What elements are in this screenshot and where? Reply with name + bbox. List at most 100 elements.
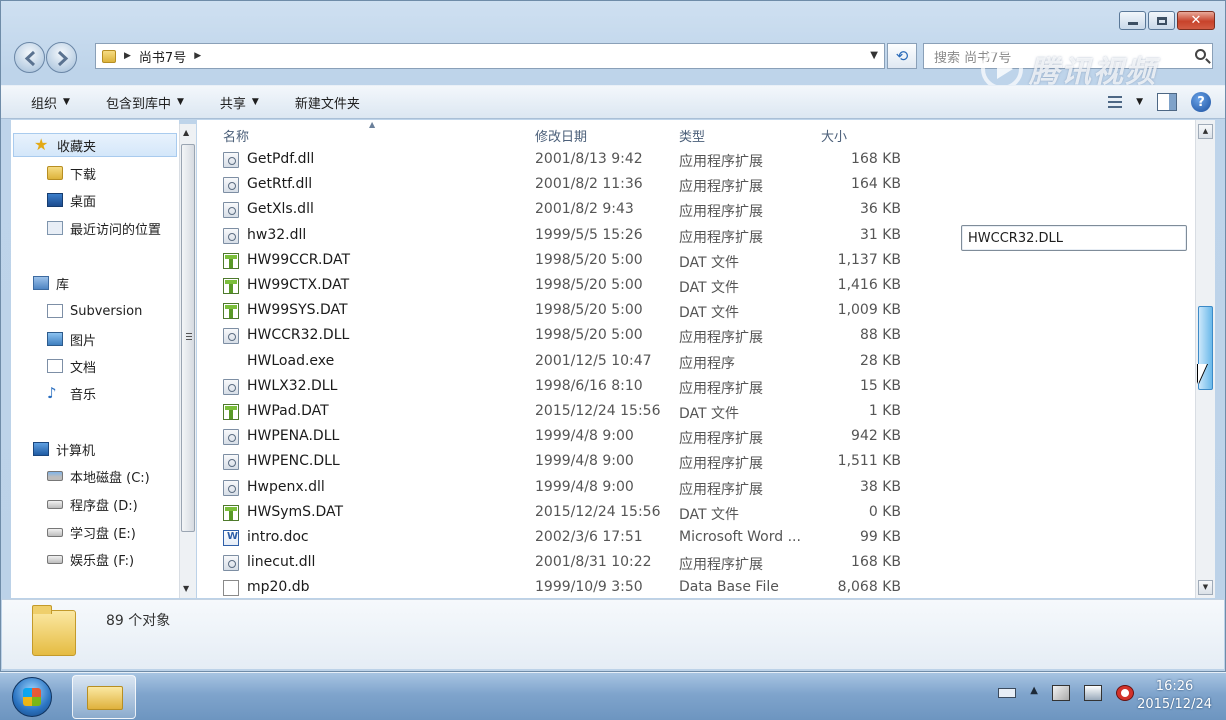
table-row[interactable]: linecut.dll 2001/8/31 10:22 应用程序扩展 168 KB: [197, 550, 917, 575]
refresh-button[interactable]: ⟲: [887, 43, 917, 69]
folder-icon: [102, 49, 116, 63]
search-icon[interactable]: [1195, 49, 1206, 60]
file-name: GetXls.dll: [247, 201, 314, 218]
nav-pane-scroll-thumb[interactable]: [181, 144, 195, 532]
table-row[interactable]: HWPad.DAT 2015/12/24 15:56 DAT 文件 1 KB: [197, 399, 917, 424]
file-name: HWPENC.DLL: [247, 453, 340, 470]
back-arrow-icon: [24, 50, 36, 67]
close-button[interactable]: ✕: [1177, 11, 1215, 30]
dat-file-icon: [223, 404, 239, 420]
nav-documents[interactable]: 文档: [47, 354, 96, 378]
scroll-up-icon[interactable]: ▲: [1198, 124, 1213, 139]
scroll-up-icon[interactable]: ▲: [183, 128, 189, 137]
table-row[interactable]: HWCCR32.DLL 1998/5/20 5:00 应用程序扩展 88 KB: [197, 323, 917, 348]
table-row[interactable]: GetPdf.dll 2001/8/13 9:42 应用程序扩展 168 KB: [197, 147, 917, 172]
file-type: DAT 文件: [679, 254, 740, 271]
keyboard-icon[interactable]: [998, 688, 1017, 698]
dat-file-icon: [223, 303, 239, 320]
nav-pane-scrollbar[interactable]: ▲ ▼: [179, 124, 196, 598]
navigation-bar: ▶ 尚书7号 ▶ ▼ ⟲ 搜索 尚书7号: [1, 39, 1225, 75]
breadcrumb-segment[interactable]: 尚书7号: [139, 47, 186, 66]
view-options-icon[interactable]: [1108, 96, 1123, 108]
column-header-type[interactable]: 类型: [679, 126, 705, 145]
nav-label: Subversion: [70, 303, 143, 319]
breadcrumb-arrow-icon[interactable]: ▶: [194, 51, 201, 61]
table-row[interactable]: Hwpenx.dll 1999/4/8 9:00 应用程序扩展 38 KB: [197, 475, 917, 500]
file-size: 1,009 KB: [837, 302, 901, 319]
nav-label: 计算机: [56, 443, 96, 459]
share-menu[interactable]: 共享 ▼: [220, 93, 259, 112]
address-bar[interactable]: ▶ 尚书7号 ▶ ▼: [95, 43, 885, 69]
forward-button[interactable]: [46, 42, 77, 73]
maximize-button[interactable]: [1148, 11, 1175, 30]
nav-drive-e[interactable]: 学习盘 (E:): [47, 520, 136, 544]
file-type: Data Base File: [679, 579, 779, 596]
address-dropdown-icon[interactable]: ▼: [870, 50, 878, 61]
show-hidden-icons-icon[interactable]: ▲: [1030, 685, 1038, 701]
table-row[interactable]: hw32.dll 1999/5/5 15:26 应用程序扩展 31 KB: [197, 223, 917, 248]
recent-places-icon: [47, 221, 63, 235]
caption-buttons: ✕: [1119, 11, 1215, 30]
search-input[interactable]: 搜索 尚书7号: [923, 43, 1213, 69]
nav-libraries[interactable]: 库: [33, 271, 69, 295]
file-type: Microsoft Word ...: [679, 529, 801, 545]
nav-favorites[interactable]: ★ 收藏夹: [13, 133, 177, 157]
nav-drive-d[interactable]: 程序盘 (D:): [47, 492, 138, 516]
maximize-icon: [1156, 16, 1167, 25]
table-row[interactable]: GetXls.dll 2001/8/2 9:43 应用程序扩展 36 KB: [197, 197, 917, 222]
file-date: 2002/3/6 17:51: [535, 529, 643, 545]
nav-recent[interactable]: 最近访问的位置: [47, 216, 161, 240]
grip-icon: [186, 336, 192, 337]
nav-music[interactable]: ♪ 音乐: [47, 381, 96, 405]
nav-desktop[interactable]: 桌面: [47, 188, 96, 212]
table-row[interactable]: mp20.db 1999/10/9 3:50 Data Base File 8,068…: [197, 575, 917, 600]
file-size: 164 KB: [851, 176, 901, 193]
table-row[interactable]: HWSymS.DAT 2015/12/24 15:56 DAT 文件 0 KB: [197, 500, 917, 525]
column-header-size[interactable]: 大小: [821, 126, 847, 145]
file-list-scrollbar[interactable]: ▲ ▼: [1195, 120, 1215, 598]
action-center-icon[interactable]: [1052, 685, 1070, 701]
table-row[interactable]: intro.doc 2002/3/6 17:51 Microsoft Word ..…: [197, 525, 917, 550]
file-name: HWSymS.DAT: [247, 503, 344, 520]
nav-drive-c[interactable]: 本地磁盘 (C:): [47, 464, 150, 488]
back-button[interactable]: [14, 42, 45, 73]
start-button[interactable]: [12, 677, 52, 717]
table-row[interactable]: HW99SYS.DAT 1998/5/20 5:00 DAT 文件 1,009 KB: [197, 298, 917, 323]
table-row[interactable]: GetRtf.dll 2001/8/2 11:36 应用程序扩展 164 KB: [197, 172, 917, 197]
taskbar: ▲ 16:26 2015/12/24: [0, 672, 1226, 720]
dll-file-icon: [223, 454, 239, 471]
nav-subversion[interactable]: Subversion: [47, 299, 142, 323]
nav-computer[interactable]: 计算机: [33, 437, 95, 461]
organize-menu[interactable]: 组织 ▼: [31, 93, 70, 112]
scroll-down-icon[interactable]: ▼: [183, 584, 189, 593]
clock[interactable]: 16:26 2015/12/24: [1137, 678, 1212, 714]
include-in-library-menu[interactable]: 包含到库中 ▼: [106, 93, 184, 112]
clock-time: 16:26: [1155, 679, 1194, 694]
column-header-date[interactable]: 修改日期: [535, 126, 587, 145]
nav-downloads[interactable]: 下载: [47, 161, 96, 185]
minimize-button[interactable]: [1119, 11, 1146, 30]
taskbar-explorer-button[interactable]: [72, 675, 136, 719]
network-icon[interactable]: [1084, 685, 1102, 701]
nav-drive-f[interactable]: 娱乐盘 (F:): [47, 547, 134, 571]
file-name: hw32.dll: [247, 226, 307, 243]
table-row[interactable]: HW99CTX.DAT 1998/5/20 5:00 DAT 文件 1,416 KB: [197, 273, 917, 298]
nav-pictures[interactable]: 图片: [47, 327, 96, 351]
file-size: 8,068 KB: [837, 579, 901, 596]
help-icon[interactable]: ?: [1191, 92, 1211, 112]
table-row[interactable]: HW99CCR.DAT 1998/5/20 5:00 DAT 文件 1,137 KB: [197, 248, 917, 273]
scroll-down-icon[interactable]: ▼: [1198, 580, 1213, 595]
rename-input[interactable]: HWCCR32.DLL: [961, 225, 1187, 251]
preview-pane-icon[interactable]: [1157, 93, 1177, 111]
table-row[interactable]: HWLX32.DLL 1998/6/16 8:10 应用程序扩展 15 KB: [197, 374, 917, 399]
table-row[interactable]: HWPENA.DLL 1999/4/8 9:00 应用程序扩展 942 KB: [197, 424, 917, 449]
library-icon: [33, 276, 49, 290]
chevron-down-icon[interactable]: ▼: [1136, 97, 1143, 107]
new-folder-button[interactable]: 新建文件夹: [295, 93, 360, 112]
column-header-name[interactable]: 名称: [223, 126, 249, 145]
volume-icon[interactable]: [1116, 685, 1134, 701]
nav-label: 图片: [70, 333, 97, 349]
table-row[interactable]: HWLoad.exe 2001/12/5 10:47 应用程序 28 KB: [197, 349, 917, 374]
breadcrumb-arrow-icon[interactable]: ▶: [124, 51, 131, 61]
table-row[interactable]: HWPENC.DLL 1999/4/8 9:00 应用程序扩展 1,511 KB: [197, 449, 917, 474]
